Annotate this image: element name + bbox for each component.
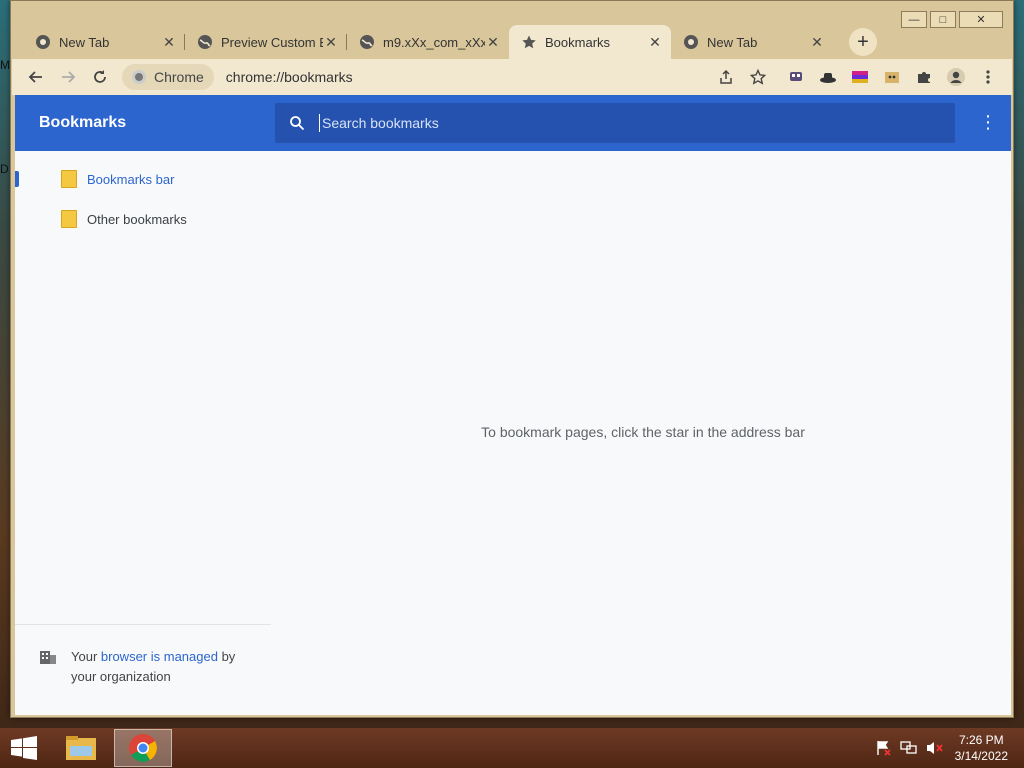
tab-close-icon[interactable]: ✕ <box>809 34 825 51</box>
profile-avatar-icon[interactable] <box>940 63 972 91</box>
page-title: Bookmarks <box>39 114 127 131</box>
browser-toolbar: Chrome chrome://bookmarks <box>12 59 1012 95</box>
bookmark-star-icon[interactable] <box>742 63 774 91</box>
folder-label: Bookmarks bar <box>87 171 175 187</box>
tab-strip: New Tab ✕ Preview Custom E ✕ m9.xXx_com_… <box>23 25 1003 59</box>
new-tab-button[interactable]: + <box>849 28 877 56</box>
tab-title: m9.xXx_com_xXx <box>383 34 485 50</box>
tab-new-tab[interactable]: New Tab ✕ <box>671 25 833 59</box>
site-chip[interactable]: Chrome <box>122 64 214 90</box>
chrome-logo-icon <box>132 70 146 84</box>
system-tray <box>868 740 946 756</box>
search-input[interactable] <box>319 114 955 132</box>
browser-menu-icon[interactable] <box>972 63 1004 91</box>
star-icon <box>521 34 537 50</box>
tab-preview[interactable]: Preview Custom E ✕ <box>185 25 347 59</box>
taskbar-clock[interactable]: 7:26 PM 3/14/2022 <box>955 732 1008 764</box>
reload-icon[interactable] <box>84 63 116 91</box>
search-icon <box>275 115 319 131</box>
share-icon[interactable] <box>710 63 742 91</box>
globe-icon <box>359 34 375 50</box>
toolbar-actions <box>710 63 1004 91</box>
globe-icon <box>197 34 213 50</box>
clock-date: 3/14/2022 <box>954 749 1008 763</box>
tab-title: Bookmarks <box>545 34 611 50</box>
clock-time: 7:26 PM <box>958 733 1004 747</box>
building-icon <box>39 649 57 665</box>
extension-stripes-icon[interactable] <box>844 63 876 91</box>
chrome-taskbar-icon[interactable] <box>114 729 172 767</box>
tab-close-icon[interactable]: ✕ <box>485 34 501 51</box>
managed-notice: Your browser is managed by your organiza… <box>39 647 259 687</box>
folder-sidebar: Bookmarks bar Other bookmarks Your brows… <box>15 151 271 715</box>
tab-title: New Tab <box>59 34 110 50</box>
tab-title: Preview Custom E <box>221 34 323 50</box>
folder-label: Other bookmarks <box>87 211 187 227</box>
extensions-puzzle-icon[interactable] <box>908 63 940 91</box>
folder-icon <box>61 210 77 228</box>
flag-alert-icon[interactable] <box>872 740 894 756</box>
chrome-globe-icon <box>683 34 699 50</box>
organize-menu-icon[interactable]: ⋮ <box>979 113 997 131</box>
tab-bookmarks[interactable]: Bookmarks ✕ <box>509 25 671 59</box>
sidebar-divider <box>15 624 271 625</box>
file-explorer-icon[interactable] <box>52 729 110 767</box>
tab-close-icon[interactable]: ✕ <box>161 34 177 51</box>
tab-title: New Tab <box>707 34 758 50</box>
chrome-globe-icon <box>35 34 51 50</box>
back-arrow-icon[interactable] <box>20 63 52 91</box>
taskbar: 7:26 PM 3/14/2022 <box>0 728 1024 768</box>
volume-muted-icon[interactable] <box>924 740 946 756</box>
address-bar[interactable]: Chrome chrome://bookmarks <box>122 63 702 91</box>
tab-close-icon[interactable]: ✕ <box>647 34 663 51</box>
extension-cat-icon[interactable] <box>876 63 908 91</box>
managed-link[interactable]: browser is managed <box>101 649 218 664</box>
folder-other-bookmarks[interactable]: Other bookmarks <box>15 201 271 237</box>
bookmarks-header: Bookmarks ⋮ <box>15 95 1011 151</box>
managed-prefix: Your <box>71 649 101 664</box>
browser-window: — □ ✕ New Tab ✕ Preview Custom E ✕ m9.xX… <box>10 0 1014 718</box>
folder-icon <box>61 170 77 188</box>
tab-new-tab[interactable]: New Tab ✕ <box>23 25 185 59</box>
network-icon[interactable] <box>898 740 920 756</box>
folder-bookmarks-bar[interactable]: Bookmarks bar <box>15 161 271 197</box>
forward-arrow-icon[interactable] <box>52 63 84 91</box>
extension-hat-icon[interactable] <box>812 63 844 91</box>
windows-start-icon[interactable] <box>10 736 38 760</box>
bookmarks-page: Bookmarks ⋮ Bookmarks bar Other bookmark… <box>15 95 1011 715</box>
site-chip-label: Chrome <box>154 69 204 85</box>
empty-list-message: To bookmark pages, click the star in the… <box>481 424 805 440</box>
tab-m9[interactable]: m9.xXx_com_xXx ✕ <box>347 25 509 59</box>
extension-invader-icon[interactable] <box>780 63 812 91</box>
url-text[interactable]: chrome://bookmarks <box>226 69 353 85</box>
tab-close-icon[interactable]: ✕ <box>323 34 339 51</box>
search-box[interactable] <box>275 103 955 143</box>
